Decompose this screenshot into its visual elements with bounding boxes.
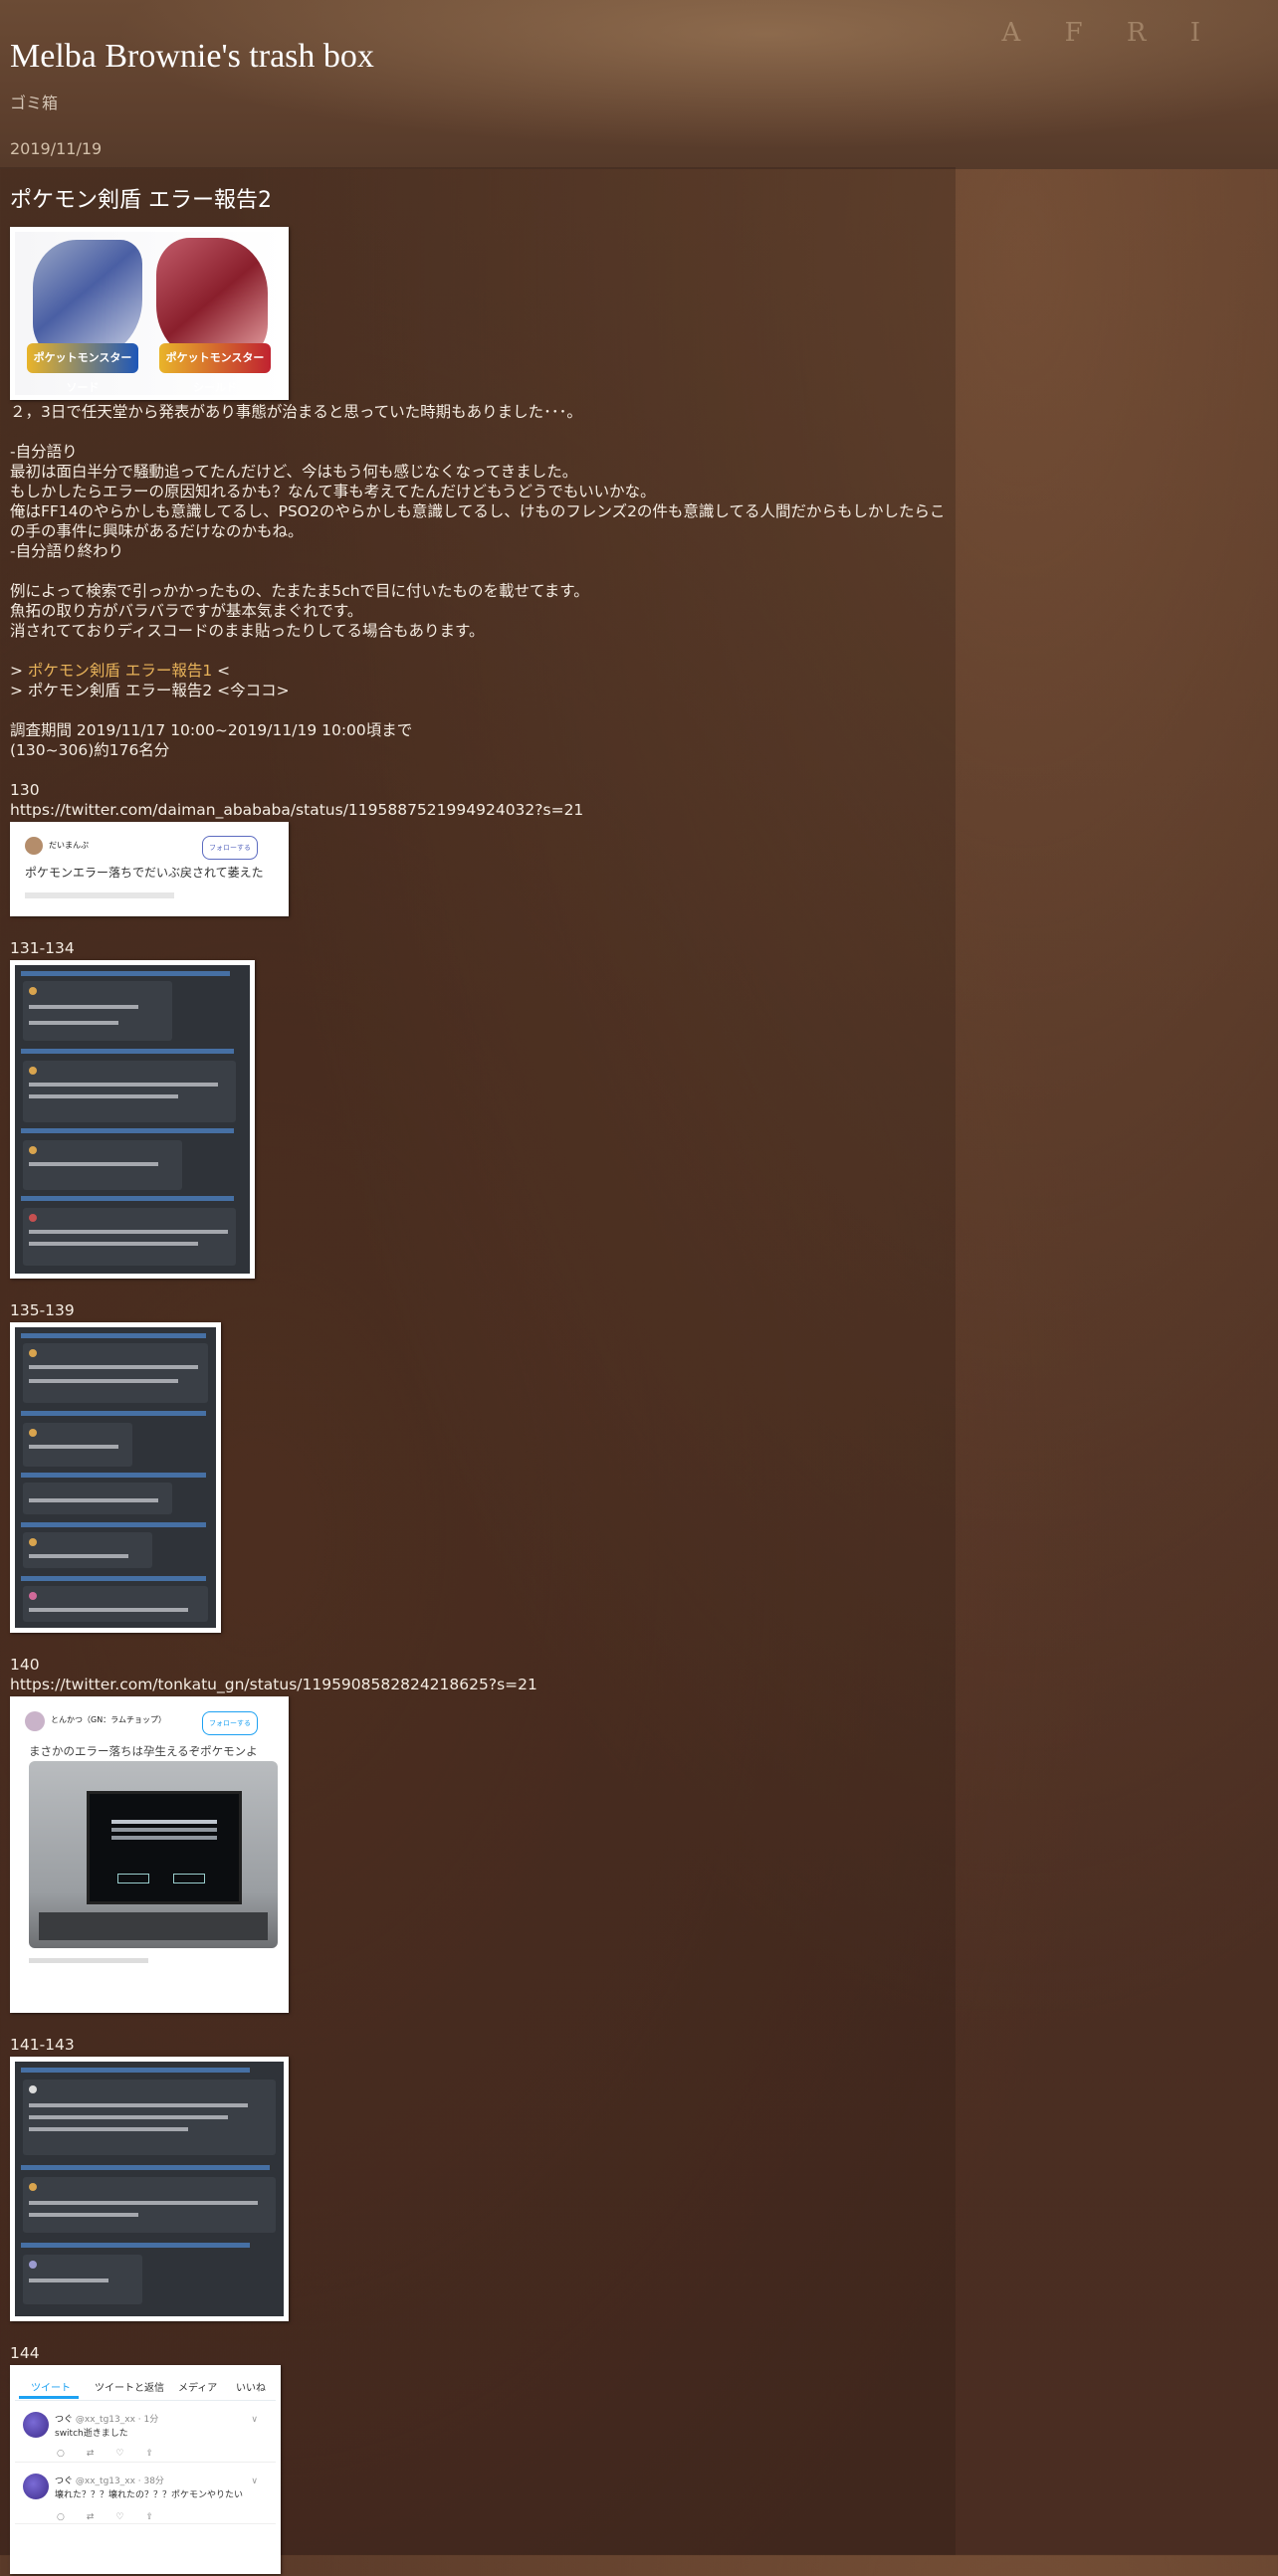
tweet-screenshot: とんかつ（GN：ラムチョップ） フォローする まさかのエラー落ちは孕生えるぞポケ… (15, 1701, 284, 2008)
discord-screenshot-frame[interactable] (10, 1322, 221, 1633)
post-title[interactable]: ポケモン剣盾 エラー報告2 (10, 182, 272, 214)
avatar (25, 1711, 45, 1731)
discord-screenshot (15, 965, 250, 1274)
avatar (23, 2474, 49, 2499)
chevron-down-icon: ∨ (251, 2477, 258, 2486)
tv-stand (39, 1912, 268, 1940)
entry-number: 141-143 (10, 2036, 75, 2054)
post-date: 2019/11/19 (10, 139, 103, 158)
entry-url[interactable]: https://twitter.com/daiman_abababa/statu… (10, 800, 951, 820)
tweet-screenshot-frame[interactable]: とんかつ（GN：ラムチョップ） フォローする まさかのエラー落ちは孕生えるぞポケ… (10, 1696, 289, 2013)
tweet-screenshot-frame[interactable]: だいまんぷ フォローする ポケモンエラー落ちでだいぶ戻されて萎えた (10, 822, 289, 916)
note-line: 例によって検索で引っかかったもの、たまたま5chで目に付いたものを載せてます。 (10, 582, 589, 600)
map-decoration: A F R I (1001, 18, 1218, 48)
discord-screenshot-frame[interactable] (10, 2057, 289, 2321)
tv-screen (87, 1791, 242, 1904)
survey-count: (130~306)約176名分 (10, 741, 170, 759)
timeline-tabs: ツイート ツイートと返信 メディア いいね (15, 2370, 276, 2401)
blog-title[interactable]: Melba Brownie's trash box (10, 38, 374, 76)
entry-url[interactable]: https://twitter.com/tonkatu_gn/status/11… (10, 1675, 951, 1694)
monologue-line: もしかしたらエラーの原因知れるかも？なんて事も考えてたんだけどもうどうでもいいか… (10, 483, 656, 500)
tweet-author: だいまんぷ (49, 841, 89, 850)
avatar (23, 2412, 49, 2438)
tweet-text: 壊れた？？？壊れたの？？？ポケモンやりたい (55, 2490, 244, 2500)
nav-current: > ポケモン剣盾 エラー報告2 <今ココ> (10, 682, 290, 699)
tweet-photo (29, 1761, 278, 1948)
hero-image-frame[interactable]: ポケットモンスター ソード ポケットモンスター シールド (10, 227, 289, 400)
follow-button: フォローする (202, 1711, 258, 1735)
zacian-art (33, 240, 142, 359)
discord-screenshot-frame[interactable] (10, 960, 255, 1279)
blog-header: A F R I (0, 0, 1278, 169)
survey-period: 調査期間 2019/11/17 10:00~2019/11/19 10:00頃ま… (10, 721, 413, 739)
entry-number: 130 (10, 781, 40, 799)
blog-description: ゴミ箱 (10, 94, 59, 112)
note-line: 魚拓の取り方がバラバラですが基本気まぐれです。 (10, 602, 363, 620)
tweet-footer (29, 1958, 148, 1963)
tweet-text: まさかのエラー落ちは孕生えるぞポケモンよ (29, 1744, 258, 1758)
previous-report-link[interactable]: ポケモン剣盾 エラー報告1 (28, 662, 212, 680)
timeline-tweet: つぐ @xx_tg13_xx · 1分 switch逝きました ○⇄♡⇪ ∨ (15, 2402, 276, 2463)
avatar (25, 837, 43, 855)
chevron-down-icon: ∨ (251, 2415, 258, 2425)
tweet-action-icons: ○⇄♡⇪ (57, 2512, 176, 2522)
sword-logo: ポケットモンスター ソード (27, 343, 138, 394)
tweet-screenshot: だいまんぷ フォローする ポケモンエラー落ちでだいぶ戻されて萎えた (15, 827, 284, 911)
monologue-line: 俺はFF14のやらかしも意識してるし、PSO2のやらかしも意識してるし、けものフ… (10, 502, 946, 540)
entry-number: 144 (10, 2344, 40, 2362)
shield-logo: ポケットモンスター シールド (159, 343, 271, 394)
entry-number: 140 (10, 1656, 40, 1674)
tweet-footer (25, 892, 174, 898)
note-line: 消されてておりディスコードのまま貼ったりしてる場合もあります。 (10, 622, 485, 640)
hero-image: ポケットモンスター ソード ポケットモンスター シールド (15, 232, 284, 395)
tab-tweets-replies: ツイートと返信 (95, 2383, 164, 2394)
tweet-action-icons: ○⇄♡⇪ (57, 2449, 176, 2459)
tweet-author: とんかつ（GN：ラムチョップ） (51, 1715, 166, 1724)
tweet-text: ポケモンエラー落ちでだいぶ戻されて萎えた (25, 866, 264, 880)
nav-previous: > ポケモン剣盾 エラー報告1 < (10, 662, 231, 680)
timeline-screenshot-frame[interactable]: ツイート ツイートと返信 メディア いいね つぐ @xx_tg13_xx · 1… (10, 2365, 281, 2574)
tab-media: メディア (178, 2383, 218, 2394)
monologue-end: -自分語り終わり (10, 542, 124, 560)
discord-screenshot (15, 1327, 216, 1628)
tab-likes: いいね (236, 2383, 266, 2394)
monologue-start: -自分語り (10, 443, 78, 461)
intro-text: ２，3日で任天堂から発表があり事態が治まると思っていた時期もありました･･･。 (10, 403, 582, 421)
timeline-tweet: つぐ @xx_tg13_xx · 38分 壊れた？？？壊れたの？？？ポケモンやり… (15, 2464, 276, 2524)
monologue-line: 最初は面白半分で騒動追ってたんだけど、今はもう何も感じなくなってきました。 (10, 463, 578, 481)
discord-screenshot (15, 2062, 284, 2316)
active-tab-underline (19, 2396, 79, 2399)
entry-number: 131-134 (10, 939, 75, 957)
twitter-timeline-screenshot: ツイート ツイートと返信 メディア いいね つぐ @xx_tg13_xx · 1… (15, 2370, 276, 2569)
tweet-text: switch逝きました (55, 2429, 128, 2439)
follow-button: フォローする (202, 836, 258, 860)
entry-number: 135-139 (10, 1301, 75, 1319)
post-body: ポケットモンスター ソード ポケットモンスター シールド ２，3日で任天堂から発… (10, 225, 951, 2576)
